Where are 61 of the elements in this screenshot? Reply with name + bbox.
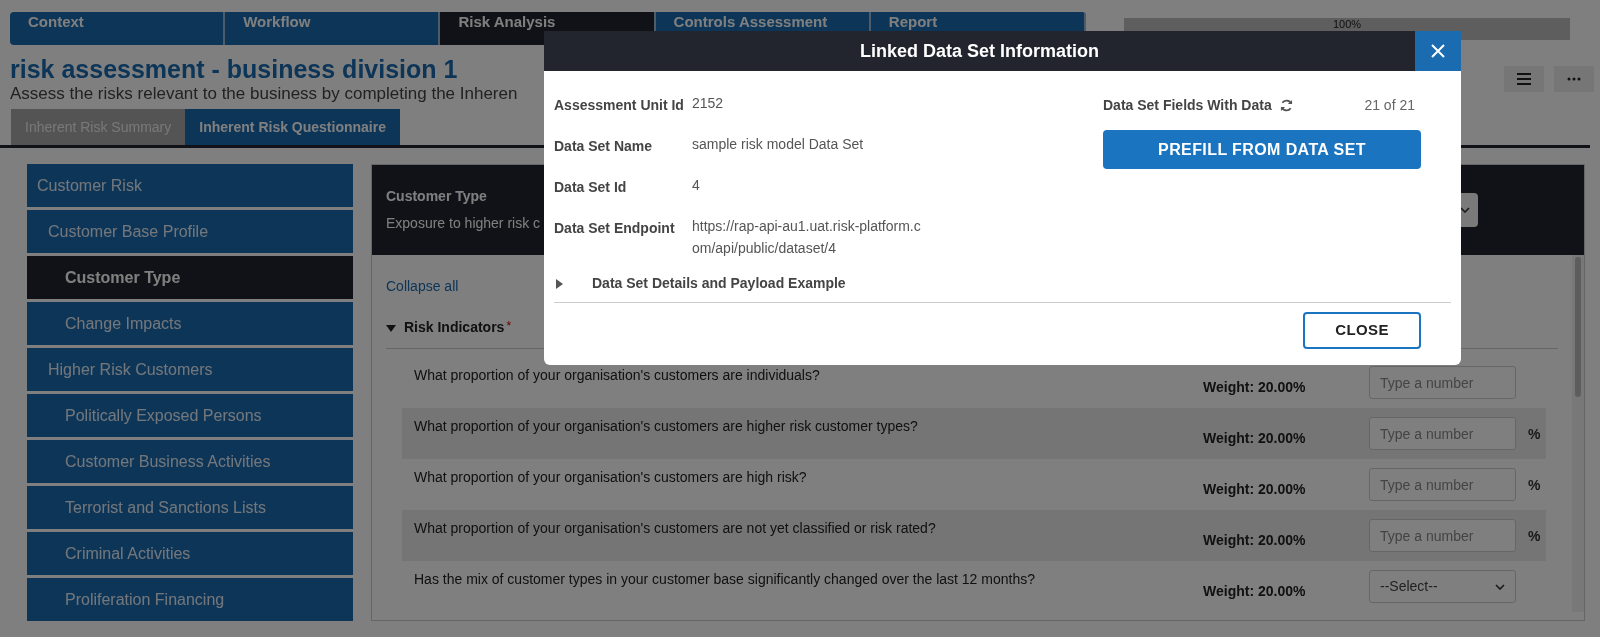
sidebar-item[interactable]: Customer Type [27, 256, 353, 299]
workflow-step[interactable]: Workflow [225, 12, 441, 45]
sidebar-item[interactable]: Politically Exposed Persons [27, 394, 353, 437]
chevron-icon [1495, 583, 1505, 590]
field-label: Data Set Name [554, 137, 654, 156]
more-icon [1567, 77, 1581, 81]
number-field[interactable]: Type a number [1369, 468, 1516, 501]
select-field[interactable]: --Select-- [1369, 570, 1516, 603]
refresh-icon[interactable] [1279, 99, 1293, 112]
section-title: Customer Type [386, 187, 488, 206]
prefill-button[interactable]: PREFILL FROM DATA SET [1103, 130, 1421, 169]
field-label: Assessment Unit Id [554, 96, 685, 115]
field-label: Data Set Id [554, 178, 628, 197]
question-text: What proportion of your organisation's customers are not yet classified or risk rated? [414, 519, 937, 538]
sidebar-item[interactable]: Proliferation Financing [27, 578, 353, 621]
question-text: Has the mix of customer types in your customer base significantly changed over the last 12 months? [414, 570, 1036, 589]
unit-label: % [1528, 425, 1541, 442]
workflow-step[interactable]: Context [10, 12, 226, 45]
question-text: What proportion of your organisation's customers are high risk? [414, 468, 808, 487]
weight-label: Weight: 20.00% [1203, 531, 1307, 550]
field-label: Data Set Endpoint [554, 219, 676, 238]
field-value: sample risk model Data Set [692, 135, 865, 154]
menu-icon [1517, 73, 1531, 85]
question-text: What proportion of your organisation's customers are individuals? [414, 366, 821, 385]
unit-label: % [1528, 476, 1541, 493]
weight-label: Weight: 20.00% [1203, 582, 1307, 601]
number-field[interactable]: Type a number [1369, 519, 1516, 552]
close-button[interactable] [1415, 31, 1461, 71]
fields-with-data-count: 21 of 21 [1364, 96, 1415, 115]
sidebar-item[interactable]: Terrorist and Sanctions Lists [27, 486, 353, 529]
chevron-icon [1460, 207, 1470, 213]
caret-right-icon[interactable] [554, 278, 564, 289]
field-value: https://rap-api-au1.uat.risk-platform.com/api/public/dataset/4 [692, 217, 922, 258]
caret-down-icon[interactable] [386, 322, 396, 333]
sidebar-item[interactable]: Customer Business Activities [27, 440, 353, 483]
page-title: risk assessment - business division 1 [10, 54, 459, 84]
field-value: 4 [692, 176, 701, 195]
section-description: Exposure to higher risk c [386, 214, 541, 233]
tab[interactable]: Inherent Risk Questionnaire [185, 109, 400, 145]
sidebar-item[interactable]: Change Impacts [27, 302, 353, 345]
sidebar-item[interactable]: Customer Base Profile [27, 210, 353, 253]
field-value: 2152 [692, 94, 725, 113]
sidebar-item[interactable]: Criminal Activities [27, 532, 353, 575]
number-field[interactable]: Type a number [1369, 366, 1516, 399]
weight-label: Weight: 20.00% [1203, 429, 1307, 448]
unit-label: % [1528, 527, 1541, 544]
menu-button[interactable] [1504, 66, 1544, 92]
sidebar-item[interactable]: Higher Risk Customers [27, 348, 353, 391]
page-subtitle: Assess the risks relevant to the business by completing the Inheren [10, 84, 518, 104]
progress-reading: 100% [1331, 18, 1363, 30]
close-icon [1431, 44, 1445, 58]
sidebar-item[interactable]: Customer Risk [27, 164, 353, 207]
required-mark: * [506, 318, 512, 335]
number-field[interactable]: Type a number [1369, 417, 1516, 450]
details-toggle[interactable]: Data Set Details and Payload Example [592, 273, 846, 294]
group-label[interactable]: Risk Indicators [404, 317, 505, 338]
weight-label: Weight: 20.00% [1203, 480, 1307, 499]
weight-label: Weight: 20.00% [1203, 378, 1307, 397]
fields-with-data-label: Data Set Fields With Data [1103, 96, 1272, 115]
dialog-close-button[interactable]: CLOSE [1303, 312, 1421, 349]
question-text: What proportion of your organisation's customers are higher risk customer types? [414, 417, 919, 436]
